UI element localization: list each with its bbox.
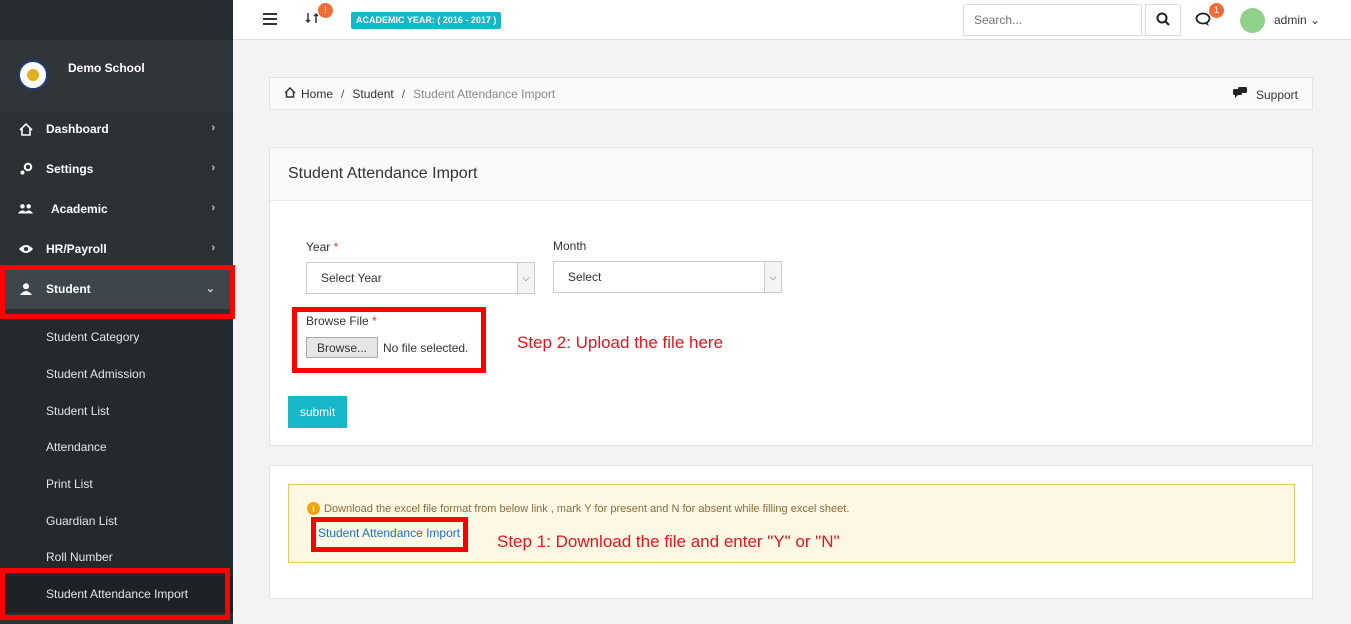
sidebar-item-dashboard[interactable]: Dashboard › (0, 109, 233, 149)
user-name: admin (1274, 13, 1307, 27)
sidebar-item-settings[interactable]: Settings › (0, 149, 233, 189)
panel-title: Student Attendance Import (270, 148, 1312, 201)
info-panel: i Download the excel file format from be… (269, 465, 1313, 599)
sidebar-header (0, 0, 233, 40)
browse-button[interactable]: Browse... (306, 337, 379, 358)
info-message: i Download the excel file format from be… (307, 502, 849, 515)
info-icon: i (307, 502, 320, 515)
sidebar-subitem-roll-number[interactable]: Roll Number (0, 539, 233, 576)
month-select[interactable]: Select ⌵ (553, 261, 782, 293)
year-select[interactable]: Select Year ⌵ (306, 262, 535, 294)
submit-button[interactable]: submit (288, 396, 347, 428)
sidebar-subitem-student-list[interactable]: Student List (0, 392, 233, 429)
sidebar-item-academic[interactable]: Academic › (0, 189, 233, 229)
home-icon (284, 86, 296, 101)
academic-year-badge: ACADEMIC YEAR: ( 2016 - 2017 ) (351, 12, 502, 29)
chevron-down-icon: ⌄ (1310, 13, 1321, 27)
month-select-value: Select (568, 270, 602, 284)
step2-annotation: Step 2: Upload the file here (517, 333, 724, 352)
file-status: No file selected. (383, 341, 469, 355)
student-submenu: Student Category Student Admission Stude… (0, 319, 233, 613)
chevron-down-icon: ⌵ (764, 262, 781, 292)
year-select-value: Select Year (321, 271, 382, 285)
year-label: Year * (306, 240, 339, 254)
sidebar-subitem-student-category[interactable]: Student Category (0, 319, 233, 356)
user-icon (18, 283, 34, 295)
import-form-panel: Student Attendance Import Year * Select … (269, 147, 1313, 446)
sidebar-subitem-student-admission[interactable]: Student Admission (0, 356, 233, 393)
breadcrumb-separator: / (341, 86, 345, 101)
sidebar: Demo School Dashboard › Settings › Acade… (0, 0, 233, 624)
sidebar-subitem-print-list[interactable]: Print List (0, 466, 233, 503)
top-bar: ! ACADEMIC YEAR: ( 2016 - 2017 ) 1 admin… (233, 0, 1351, 40)
info-text: Download the excel file format from belo… (324, 502, 850, 515)
chevron-down-icon: ⌵ (517, 263, 534, 293)
chat-badge: 1 (1209, 3, 1224, 18)
gear-icon (18, 162, 34, 176)
search-input[interactable] (963, 4, 1142, 36)
breadcrumb-separator: / (401, 86, 406, 101)
download-template-link[interactable]: Student Attendance Import (318, 526, 460, 540)
chat-icon[interactable] (1195, 12, 1211, 30)
chevron-right-icon: › (211, 202, 215, 214)
sidebar-item-student[interactable]: Student ⌄ (0, 269, 233, 309)
sidebar-item-label: Dashboard (46, 122, 109, 136)
breadcrumb-student[interactable]: Student (352, 87, 393, 101)
sidebar-subitem-student-attendance-import[interactable]: Student Attendance Import (0, 575, 233, 613)
chevron-down-icon: ⌄ (205, 283, 215, 295)
chevron-right-icon: › (211, 122, 215, 134)
menu-toggle-icon[interactable] (263, 13, 277, 28)
sidebar-item-label: Academic (51, 202, 108, 216)
search-icon (1156, 12, 1170, 29)
month-label: Month (553, 239, 587, 253)
sidebar-subitem-guardian-list[interactable]: Guardian List (0, 502, 233, 539)
sidebar-item-label: HR/Payroll (46, 242, 107, 256)
breadcrumb-current: Student Attendance Import (413, 86, 556, 101)
support-label: Support (1255, 87, 1298, 102)
breadcrumb: Home / Student / Student Attendance Impo… (269, 77, 1313, 110)
step1-annotation: Step 1: Download the file and enter "Y" … (497, 532, 840, 551)
school-name: Demo School (68, 61, 145, 75)
sidebar-item-label: Student (46, 282, 91, 296)
sync-badge: ! (318, 3, 333, 18)
support-link[interactable]: Support (1232, 87, 1298, 102)
chevron-right-icon: › (211, 162, 215, 174)
browse-file-label: Browse File * (306, 314, 377, 328)
chevron-right-icon: › (211, 242, 215, 254)
eye-icon (18, 244, 34, 254)
info-alert: i Download the excel file format from be… (288, 484, 1295, 563)
users-icon (18, 203, 34, 215)
school-logo (18, 60, 48, 90)
breadcrumb-home[interactable]: Home (301, 87, 333, 101)
school-header: Demo School (0, 40, 233, 112)
sync-icon[interactable] (305, 11, 319, 28)
sidebar-item-label: Settings (46, 162, 94, 176)
home-icon (18, 122, 34, 136)
user-menu[interactable]: admin ⌄ (1274, 13, 1320, 27)
sidebar-item-hr-payroll[interactable]: HR/Payroll › (0, 229, 233, 269)
search-button[interactable] (1145, 4, 1181, 36)
avatar[interactable] (1240, 8, 1265, 33)
sidebar-subitem-attendance[interactable]: Attendance (0, 429, 233, 466)
chat-bubbles-icon (1232, 87, 1248, 102)
